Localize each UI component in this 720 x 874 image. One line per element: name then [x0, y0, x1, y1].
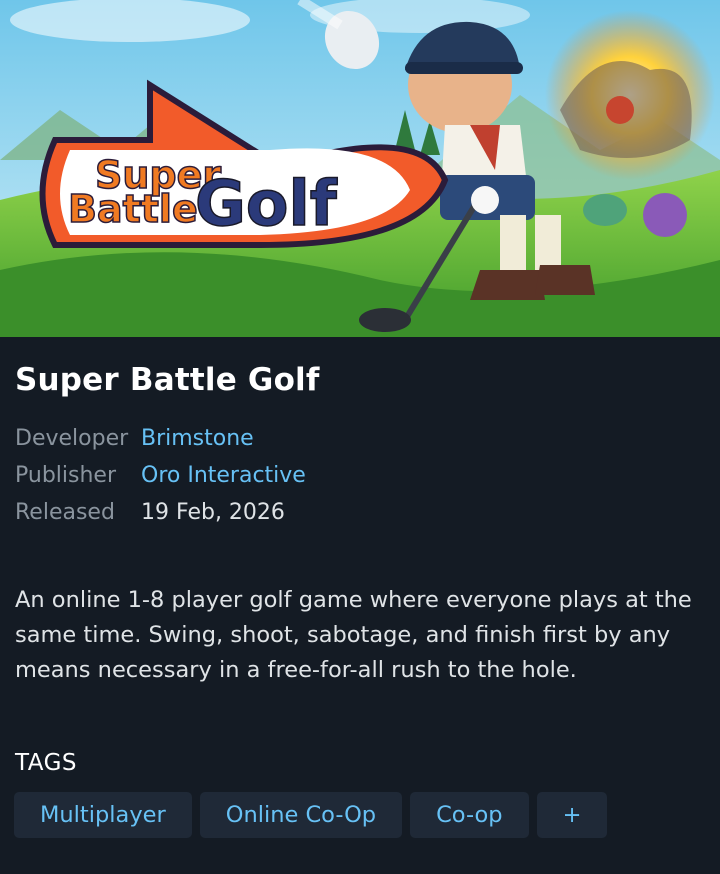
developer-label: Developer — [15, 426, 129, 451]
publisher-link[interactable]: Oro Interactive — [141, 463, 306, 488]
release-row: Released 19 Feb, 2026 — [15, 498, 306, 535]
developer-row: Developer Brimstone — [15, 424, 306, 461]
released-label: Released — [15, 500, 115, 525]
game-title: Super Battle Golf — [15, 362, 320, 398]
svg-text:Golf: Golf — [195, 167, 338, 240]
release-date: 19 Feb, 2026 — [141, 500, 285, 525]
developer-link[interactable]: Brimstone — [141, 426, 254, 451]
tag-online-co-op[interactable]: Online Co-Op — [199, 792, 403, 838]
tags-heading: TAGS — [15, 750, 78, 776]
more-tags-button[interactable]: + — [536, 792, 608, 838]
game-details: Developer Brimstone Publisher Oro Interact… — [15, 424, 306, 535]
publisher-label: Publisher — [15, 463, 116, 488]
game-description: An online 1-8 player golf game where eve… — [15, 587, 692, 683]
store-page: Super Battle Golf Super Battle Golf Deve… — [0, 0, 720, 874]
svg-text:Battle: Battle — [68, 187, 198, 231]
capsule-art: Super Battle Golf — [0, 0, 720, 337]
tag-list: Multiplayer Online Co-Op Co-op + — [14, 792, 608, 838]
tag-co-op[interactable]: Co-op — [410, 792, 529, 838]
publisher-row: Publisher Oro Interactive — [15, 461, 306, 498]
game-capsule-image[interactable]: Super Battle Golf — [0, 0, 720, 337]
tag-multiplayer[interactable]: Multiplayer — [14, 792, 192, 838]
